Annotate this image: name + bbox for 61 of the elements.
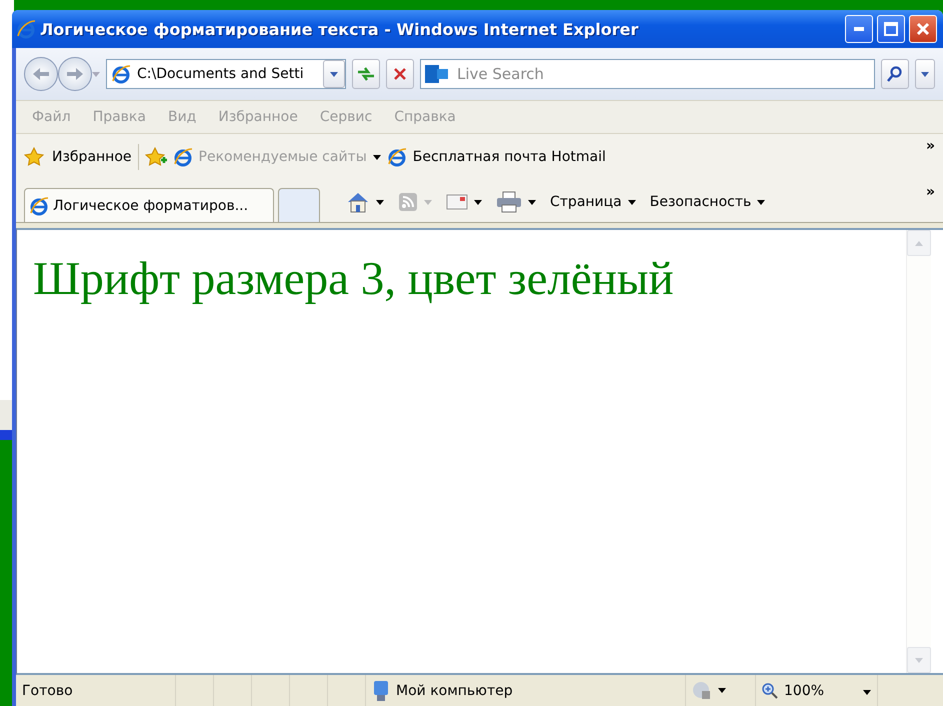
caret-icon — [915, 658, 923, 662]
minimize-icon — [854, 27, 864, 31]
computer-icon — [372, 680, 390, 702]
caret-icon — [718, 688, 726, 693]
caret-icon — [757, 200, 766, 204]
mail-icon[interactable] — [446, 194, 468, 210]
status-text: Готово — [22, 682, 73, 698]
stop-icon — [393, 67, 407, 81]
caret-icon — [863, 690, 871, 694]
back-button[interactable] — [24, 57, 58, 91]
caret-icon — [628, 200, 636, 204]
browser-tab[interactable]: Логическое форматиров... — [24, 188, 274, 222]
search-button[interactable] — [881, 59, 909, 89]
forward-button[interactable] — [58, 57, 92, 91]
caret-icon — [528, 200, 536, 204]
globe-lock-icon — [692, 680, 712, 700]
forward-arrow-icon — [66, 67, 84, 81]
zone-text: Мой компьютер — [396, 682, 513, 698]
maximize-icon — [884, 22, 898, 36]
zoom-icon — [762, 682, 778, 698]
address-dropdown-button[interactable] — [323, 60, 345, 88]
printer-icon[interactable] — [496, 191, 522, 213]
favorites-link[interactable]: Бесплатная почта Hotmail — [386, 147, 606, 167]
page-text: Шрифт размера 3, цвет зелёный — [33, 252, 675, 306]
maximize-button[interactable] — [877, 15, 905, 43]
ie-logo-icon — [386, 147, 407, 167]
command-menu[interactable]: Страница — [550, 194, 636, 210]
command-menu[interactable]: Безопасность — [650, 194, 766, 210]
new-tab-button[interactable] — [278, 188, 320, 222]
search-input[interactable]: Live Search — [455, 64, 874, 84]
favorites-button[interactable]: Избранное — [24, 147, 132, 167]
ie-logo-icon — [16, 19, 36, 39]
ie-logo-icon — [111, 64, 131, 84]
ie-logo-icon — [29, 196, 49, 216]
ie-logo-icon — [172, 147, 193, 167]
window-title: Логическое форматирование текста - Windows Internet Explorer — [40, 20, 640, 38]
caret-icon — [424, 200, 432, 204]
more-links-chevron[interactable]: » — [926, 138, 935, 154]
caret-icon — [376, 200, 384, 204]
minimize-button[interactable] — [845, 15, 873, 43]
caret-icon — [92, 72, 100, 76]
caret-icon — [474, 200, 482, 204]
close-button[interactable] — [909, 15, 937, 43]
up-arrow-icon — [915, 240, 923, 246]
caret-icon — [330, 72, 338, 76]
search-options-button[interactable] — [915, 59, 935, 89]
star-icon — [24, 147, 46, 167]
home-icon[interactable] — [346, 191, 370, 213]
back-arrow-icon — [32, 67, 50, 81]
search-icon — [887, 66, 903, 82]
zoom-button[interactable]: 100% — [756, 675, 878, 706]
add-favorite-star-icon[interactable] — [144, 147, 167, 167]
stop-button[interactable] — [386, 59, 414, 89]
search-field[interactable]: Live Search — [420, 59, 875, 89]
close-icon — [916, 22, 930, 36]
refresh-icon — [356, 66, 376, 82]
address-text: C:\Documents and Setti — [137, 66, 305, 82]
more-commands-chevron[interactable]: » — [926, 184, 935, 200]
refresh-button[interactable] — [352, 59, 380, 89]
address-field[interactable]: C:\Documents and Setti — [106, 59, 346, 89]
caret-icon — [921, 72, 929, 76]
